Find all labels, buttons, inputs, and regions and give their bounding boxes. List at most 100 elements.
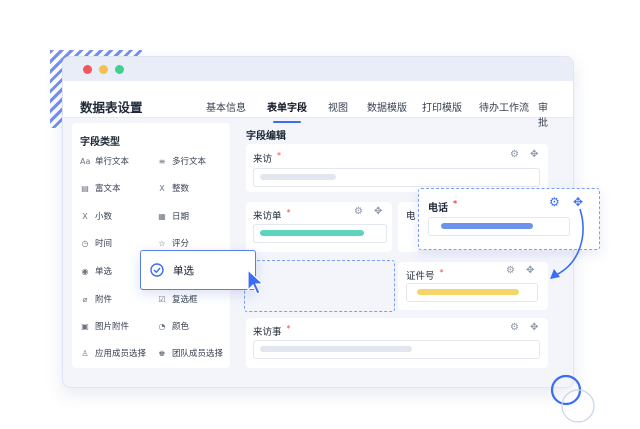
tab-views[interactable]: 视图 [328, 99, 348, 114]
field-type-team-member-select[interactable]: ♚ 团队成员选择 [157, 348, 223, 360]
field-type-label: 颜色 [172, 322, 190, 332]
drag-arrow [550, 208, 584, 279]
required-mark: * [439, 268, 444, 277]
radio-icon: ◉ [81, 267, 89, 276]
required-mark: * [277, 151, 282, 160]
field-type-label: 附件 [95, 295, 113, 305]
star-icon: ☆ [158, 239, 166, 248]
tab-data-template[interactable]: 数据模版 [367, 99, 407, 114]
field-label-text: 证件号 [406, 271, 435, 282]
field-type-label: 富文本 [95, 184, 121, 194]
tab-bar: 基本信息 表单字段 视图 数据模版 打印模版 待办工作流 审批 [206, 99, 566, 129]
multiline-text-icon: ≡ [158, 157, 166, 166]
calendar-icon: ▦ [158, 212, 166, 221]
field-label-text: 电话 [428, 203, 448, 214]
rich-text-icon: ▤ [81, 184, 89, 193]
minimize-dot[interactable] [99, 65, 108, 74]
sidebar-title: 字段类型 [80, 137, 120, 148]
value-bar [260, 230, 364, 236]
field-type-rating[interactable]: ☆ 评分 [157, 238, 189, 250]
field-label-text: 来访事 [253, 327, 282, 338]
integer-icon: X [159, 184, 165, 193]
move-icon[interactable]: ✥ [530, 322, 538, 333]
user-icon: ♙ [81, 349, 89, 358]
text-aa-icon: Aa [80, 157, 91, 166]
tab-approval[interactable]: 审批 [538, 99, 548, 129]
field-type-app-member-select[interactable]: ♙ 应用成员选择 [80, 348, 146, 360]
field-type-attachment[interactable]: ⌀ 附件 [80, 294, 112, 306]
field-type-label: 团队成员选择 [172, 349, 224, 359]
field-type-checkbox[interactable]: ☑ 复选框 [157, 294, 198, 306]
close-dot[interactable] [83, 65, 92, 74]
tab-basic-info[interactable]: 基本信息 [206, 99, 246, 114]
field-card-phone-placeholder: 电 [398, 202, 420, 252]
required-mark: * [453, 199, 458, 208]
field-type-single-select[interactable]: ◉ 单选 [80, 266, 113, 278]
move-icon[interactable]: ✥ [374, 206, 382, 217]
field-type-label: 小数 [95, 212, 113, 222]
field-card-visit-unit[interactable]: 来访单 * ⚙ ✥ [246, 202, 392, 252]
field-label: 来访 * [253, 151, 281, 165]
placeholder-bar [260, 346, 412, 352]
field-label-text: 来访单 [253, 211, 282, 222]
field-input-preview [406, 283, 538, 302]
gear-icon[interactable]: ⚙ [510, 149, 519, 160]
field-card-visit-matter[interactable]: 来访事 * ⚙ ✥ [246, 318, 548, 368]
field-type-integer[interactable]: X 整数 [157, 183, 189, 195]
tab-todo-workflow[interactable]: 待办工作流 [479, 99, 529, 114]
placeholder-bar [260, 174, 336, 180]
field-input-preview [253, 340, 540, 359]
tab-form-fields[interactable]: 表单字段 [267, 99, 307, 123]
move-icon[interactable]: ✥ [526, 265, 534, 276]
field-type-label: 评分 [172, 239, 190, 249]
field-type-single-line-text[interactable]: Aa 单行文本 [80, 156, 129, 168]
field-type-color[interactable]: ◔ 颜色 [157, 321, 190, 333]
decorative-rings [550, 374, 595, 423]
gear-icon[interactable]: ⚙ [506, 265, 515, 276]
field-type-label: 多行文本 [172, 157, 207, 167]
field-label-text: 来访 [253, 154, 273, 165]
gear-icon[interactable]: ⚙ [354, 206, 363, 217]
field-input-preview [253, 224, 387, 243]
checkbox-icon: ☑ [158, 295, 166, 304]
field-type-date[interactable]: ▦ 日期 [157, 211, 189, 223]
field-type-time[interactable]: ◷ 时间 [80, 238, 113, 250]
mouse-cursor-icon [247, 268, 265, 295]
required-mark: * [286, 324, 291, 333]
gear-icon[interactable]: ⚙ [510, 322, 519, 333]
field-type-rich-text[interactable]: ▤ 富文本 [80, 183, 121, 195]
maximize-dot[interactable] [115, 65, 124, 74]
drag-chip-label: 单选 [173, 265, 194, 277]
field-input-preview [253, 168, 540, 187]
paperclip-icon: ⌀ [82, 295, 88, 304]
team-icon: ♚ [158, 349, 166, 358]
phone-label-partial: 电 [406, 211, 416, 222]
image-icon: ▣ [81, 322, 89, 331]
field-type-image-attachment[interactable]: ▣ 图片附件 [80, 321, 132, 333]
field-type-decimal[interactable]: X 小数 [80, 211, 112, 223]
check-circle-icon [150, 263, 164, 277]
field-type-label: 复选框 [172, 295, 198, 305]
required-mark: * [286, 208, 291, 217]
tab-print-template[interactable]: 打印模版 [422, 99, 462, 114]
palette-icon: ◔ [158, 322, 166, 331]
move-icon[interactable]: ✥ [530, 149, 538, 160]
field-type-multi-line-text[interactable]: ≡ 多行文本 [157, 156, 206, 168]
field-type-label: 单选 [95, 267, 113, 277]
field-type-label: 图片附件 [95, 322, 130, 332]
window-titlebar [63, 57, 573, 81]
field-type-label: 整数 [172, 184, 190, 194]
field-type-label: 时间 [95, 239, 113, 249]
value-bar [417, 289, 519, 295]
clock-icon: ◷ [81, 239, 89, 248]
page-title: 数据表设置 [80, 100, 143, 115]
value-bar [441, 223, 533, 229]
field-card-visitor[interactable]: 来访 * ⚙ ✥ [246, 144, 548, 192]
field-type-label: 单行文本 [95, 157, 130, 167]
field-type-label: 日期 [172, 212, 190, 222]
dragging-field-chip[interactable]: 单选 [140, 250, 256, 290]
field-card-id-number[interactable]: 证件号 * ⚙ ✥ [398, 262, 548, 310]
decimal-icon: X [82, 212, 88, 221]
field-type-label: 应用成员选择 [95, 349, 147, 359]
field-editor-title: 字段编辑 [246, 131, 286, 142]
